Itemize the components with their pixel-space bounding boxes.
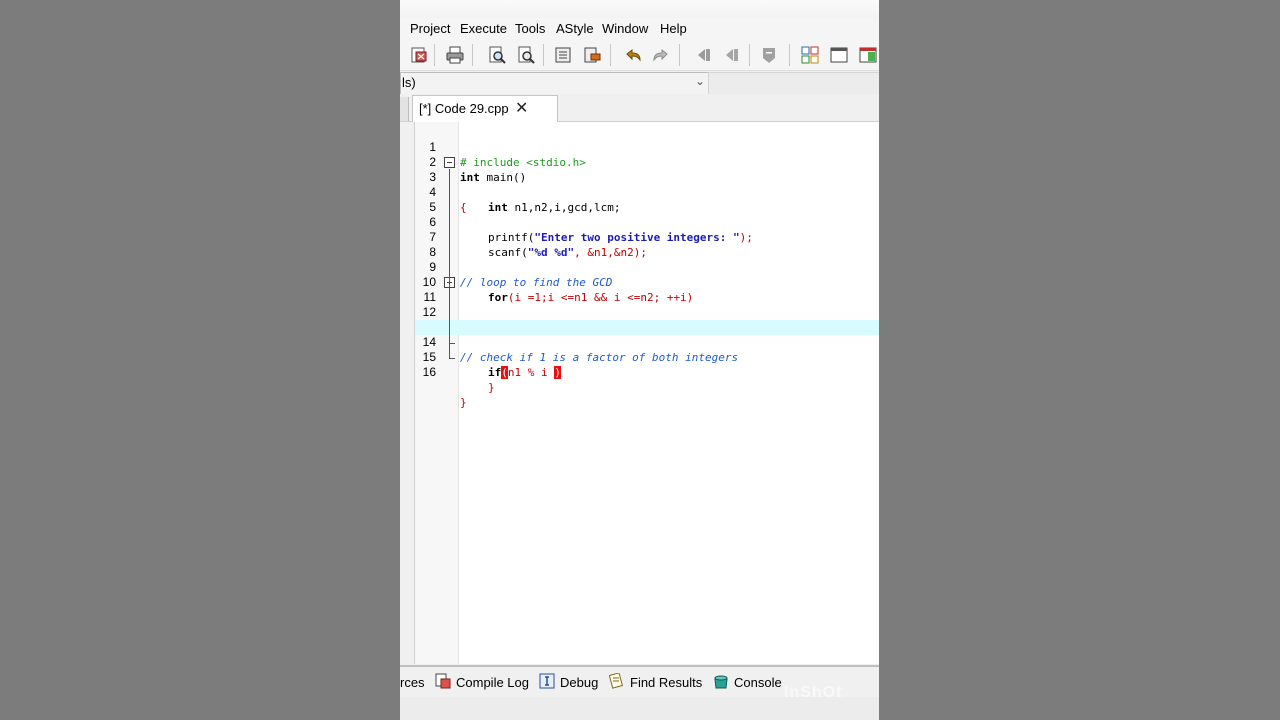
layout-grid-icon[interactable]	[800, 45, 820, 65]
replace-icon[interactable]	[516, 45, 536, 65]
matched-paren: (	[501, 366, 508, 379]
code-line: 2 int main()	[415, 140, 879, 184]
debug-icon	[539, 673, 555, 689]
code-line: 10 for(i =1;i <=n1 && i <=n2; ++i)	[415, 260, 879, 304]
code-line: 1 # include <stdio.h>	[415, 125, 879, 169]
menu-execute[interactable]: Execute	[460, 21, 507, 36]
scope-dropdown[interactable]: ls) ⌄	[400, 72, 710, 95]
tab-label: Console	[734, 675, 782, 690]
keyword: if	[488, 366, 502, 379]
code-text: }	[488, 381, 495, 394]
matched-paren: )	[554, 366, 561, 379]
toolbar-separator	[543, 44, 544, 66]
chevron-down-icon[interactable]: ⌄	[695, 74, 705, 88]
close-file-icon[interactable]	[409, 45, 429, 65]
line-number: 16	[422, 365, 436, 379]
code-line: 7 scanf("%d %d", &n1,&n2);	[415, 215, 879, 259]
code-editor[interactable]: 1 # include <stdio.h> 2 int main() 3 { 4…	[414, 122, 879, 664]
toolbar-separator	[472, 44, 473, 66]
menu-help[interactable]: Help	[660, 21, 687, 36]
console-icon	[714, 675, 728, 689]
redo-icon[interactable]	[651, 45, 671, 65]
code-text: n1 % i	[507, 366, 555, 379]
tab-scroll-stub	[400, 97, 409, 121]
menu-astyle[interactable]: AStyle	[556, 21, 594, 36]
menu-bar: Project Execute Tools AStyle Window Help	[400, 18, 879, 40]
watermark: InShOt	[784, 684, 843, 701]
scope-dropdown-value: ls)	[402, 75, 416, 90]
toolbar-separator	[749, 44, 750, 66]
toolbar-separator	[679, 44, 680, 66]
compile-log-icon	[435, 673, 451, 689]
close-icon[interactable]: ✕	[515, 98, 528, 118]
editor-tab-bar: [*] Code 29.cpp ✕	[400, 94, 879, 122]
title-strip	[400, 0, 879, 18]
code-line: 3 {	[415, 155, 879, 214]
code-line: 13 // check if 1 is a factor of both int…	[415, 305, 879, 364]
indent-icon[interactable]	[694, 45, 714, 65]
print-icon[interactable]	[445, 45, 465, 65]
menu-project[interactable]: Project	[410, 21, 450, 36]
code-line: 11 {	[415, 275, 879, 334]
code-line: 9 // loop to find the GCD	[415, 245, 879, 289]
fold-guide	[449, 169, 450, 353]
bookmark-icon[interactable]	[759, 45, 779, 65]
window-icon[interactable]	[829, 45, 849, 65]
toolbar-separator	[610, 44, 611, 66]
code-line-active: 14 if(n1 % i )	[415, 320, 879, 379]
scope-bar: ls) ⌄	[400, 70, 879, 95]
toolbar	[400, 40, 879, 70]
find-results-icon	[609, 673, 623, 689]
tab-label: Debug	[560, 675, 599, 690]
code-line: 12	[415, 290, 879, 319]
tab-label: Find Results	[630, 675, 703, 690]
code-line: 6 printf("Enter two positive integers: "…	[415, 200, 879, 244]
undo-icon[interactable]	[623, 45, 643, 65]
find-icon[interactable]	[487, 45, 507, 65]
menu-window[interactable]: Window	[602, 21, 648, 36]
toolbar-separator	[434, 44, 435, 66]
code-text: }	[460, 396, 467, 409]
tab-code-29[interactable]: [*] Code 29.cpp ✕	[412, 95, 558, 122]
tab-label: [*] Code 29.cpp	[419, 101, 509, 116]
toolbar-separator	[789, 44, 790, 66]
unindent-icon[interactable]	[722, 45, 742, 65]
code-line: 15 }	[415, 335, 879, 394]
fold-toggle-icon[interactable]	[444, 157, 455, 168]
code-line: 4 int n1,n2,i,gcd,lcm;	[415, 170, 879, 214]
scope-secondary-field[interactable]	[708, 72, 879, 95]
code-line: 5	[415, 185, 879, 214]
tab-label: rces	[400, 675, 425, 690]
compile-run-icon[interactable]	[582, 45, 602, 65]
code-line: 16 }	[415, 350, 879, 409]
code-line: 8	[415, 230, 879, 259]
menu-tools[interactable]: Tools	[515, 21, 545, 36]
ide-window: Project Execute Tools AStyle Window Help	[400, 0, 879, 720]
compile-icon[interactable]	[553, 45, 573, 65]
panels-icon[interactable]	[858, 45, 878, 65]
tab-label: Compile Log	[456, 675, 529, 690]
